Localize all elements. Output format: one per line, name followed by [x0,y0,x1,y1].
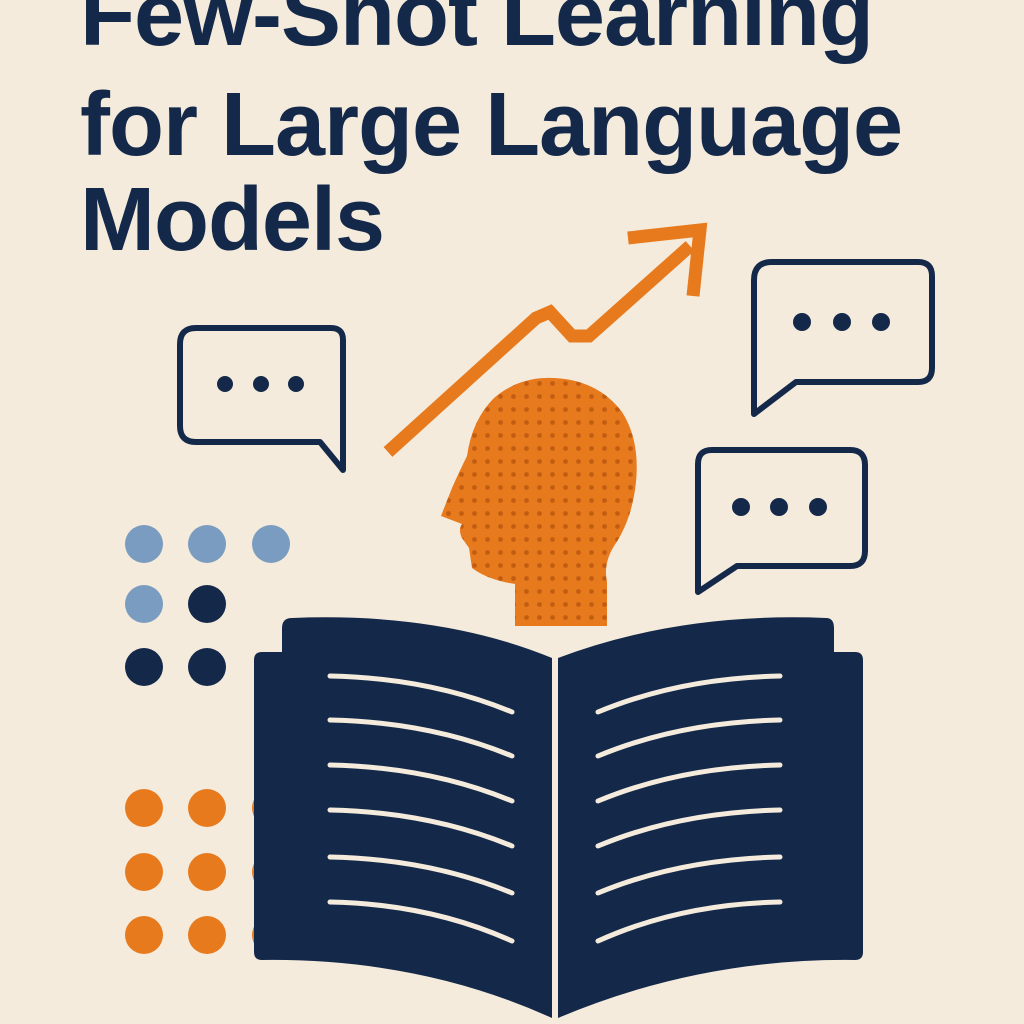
open-book-icon [254,617,863,1020]
poster: Few-Shot Learning for Large Language Mod… [0,0,1024,1024]
illustration [125,222,935,1020]
speech-bubble-icon [177,325,346,473]
head-silhouette-icon [441,377,637,626]
speech-bubble-icon [695,447,868,595]
speech-bubble-icon [751,259,935,417]
